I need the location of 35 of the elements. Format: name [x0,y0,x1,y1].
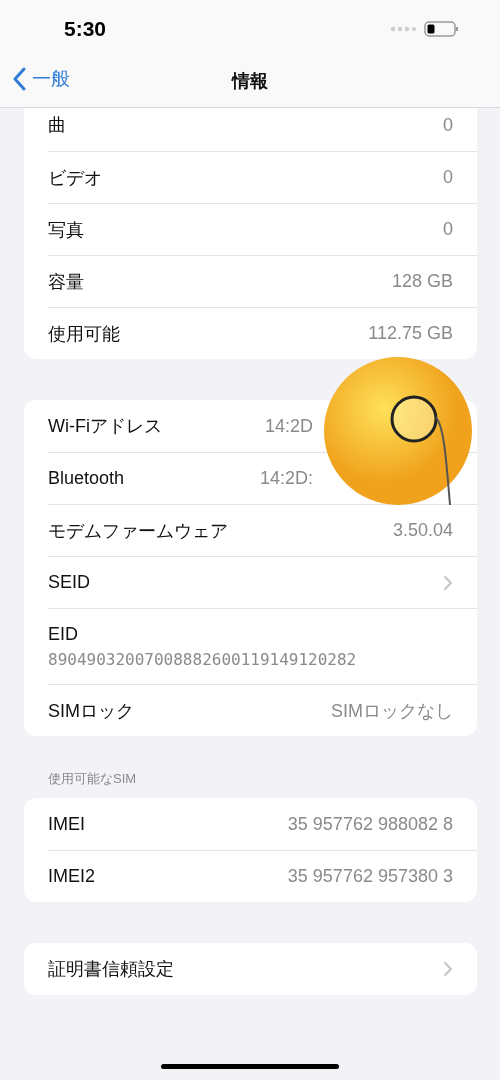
row-value: SIMロックなし [331,699,453,723]
row-value: 89049032007008882600119149120282 [48,650,357,669]
row-value: 35 957762 988082 8 [287,813,453,835]
battery-icon [424,21,460,37]
row-label: SIMロック [48,699,134,723]
section-header: 使用可能なSIM [47,770,138,788]
row-label: IMEI2 [48,866,95,887]
chevron-left-icon [12,67,26,91]
row-label: IMEI [48,813,85,835]
row-value: 14:2D [264,415,313,437]
chevron-right-icon [443,961,453,977]
row-value: 0 [443,219,453,240]
row-value: 0 [443,167,453,188]
row-label: 曲 [48,114,66,137]
row-label: EID [48,624,78,645]
row-value: 0 [443,114,453,136]
row-label: 写真 [48,218,84,242]
row-value: 35 957762 957380 3 [287,866,453,887]
row-value: 3.50.04 [392,520,453,541]
row-label: モデムファームウェア [48,519,228,543]
settings-row[interactable]: SEID [48,556,477,608]
page-title: 情報 [232,70,268,93]
row-label: Bluetooth [48,468,125,489]
row-label: Wi-Fiアドレス [48,415,162,438]
row-label: 使用可能 [48,322,120,346]
row-label: ビデオ [48,166,102,190]
status-time: 5:30 [64,17,107,41]
row-value: 14:2D: [259,468,313,489]
chevron-right-icon [443,574,453,591]
signal-icon [390,26,416,32]
settings-row[interactable]: 証明書信頼設定 [48,943,477,995]
row-value: 112.75 GB [368,323,453,344]
back-button[interactable]: 一般 [12,66,70,92]
row-value: 128 GB [391,271,453,292]
row-label: 容量 [48,270,84,294]
